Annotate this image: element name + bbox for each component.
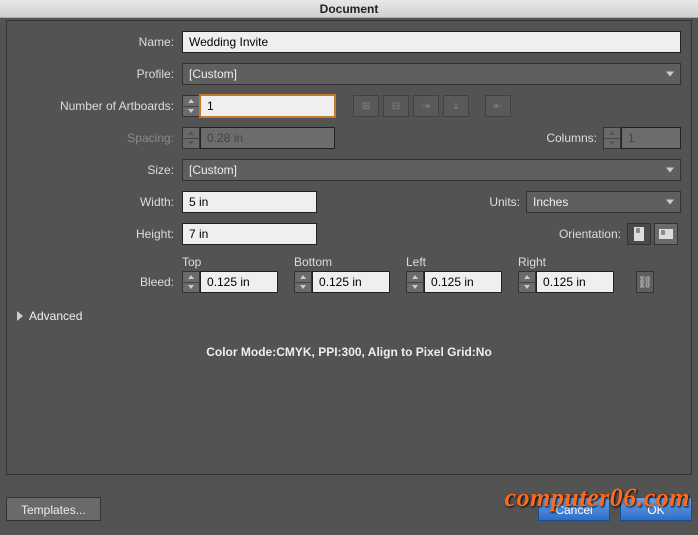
grid-by-row-icon[interactable]: ⊞ bbox=[353, 95, 379, 117]
profile-label: Profile: bbox=[17, 67, 182, 81]
arrange-down-icon[interactable]: ⇣ bbox=[443, 95, 469, 117]
bleed-right-label: Right bbox=[518, 255, 614, 269]
columns-input bbox=[621, 127, 681, 149]
size-label: Size: bbox=[17, 163, 182, 177]
bleed-left-label: Left bbox=[406, 255, 502, 269]
bleed-right-input[interactable] bbox=[536, 271, 614, 293]
bleed-link-icon[interactable]: ⛓ bbox=[636, 271, 654, 293]
name-label: Name: bbox=[17, 35, 182, 49]
width-label: Width: bbox=[17, 195, 182, 209]
templates-button[interactable]: Templates... bbox=[6, 497, 101, 521]
landscape-icon bbox=[659, 229, 673, 239]
grid-by-col-icon[interactable]: ⊟ bbox=[383, 95, 409, 117]
orientation-portrait-button[interactable] bbox=[627, 223, 651, 245]
spacing-stepper bbox=[182, 127, 200, 149]
height-input[interactable] bbox=[182, 223, 317, 245]
units-value: Inches bbox=[533, 195, 568, 209]
units-dropdown[interactable]: Inches bbox=[526, 191, 681, 213]
bleed-right-stepper[interactable] bbox=[518, 271, 536, 293]
orientation-landscape-button[interactable] bbox=[654, 223, 678, 245]
bleed-top-stepper[interactable] bbox=[182, 271, 200, 293]
bleed-bottom-stepper[interactable] bbox=[294, 271, 312, 293]
profile-dropdown[interactable]: [Custom] bbox=[182, 63, 681, 85]
orientation-label: Orientation: bbox=[559, 227, 621, 241]
ok-button[interactable]: OK bbox=[620, 497, 692, 521]
bleed-label: Bleed: bbox=[17, 275, 182, 293]
dialog-body: Name: Profile: [Custom] Number of Artboa… bbox=[6, 20, 692, 475]
bleed-bottom-input[interactable] bbox=[312, 271, 390, 293]
arrange-rtl-icon[interactable]: ⇤ bbox=[485, 95, 511, 117]
units-label: Units: bbox=[489, 195, 520, 209]
artboards-input[interactable] bbox=[200, 95, 335, 117]
spacing-input bbox=[200, 127, 335, 149]
button-bar: Templates... Cancel OK bbox=[6, 497, 692, 521]
arrange-right-icon[interactable]: ⇥ bbox=[413, 95, 439, 117]
size-value: [Custom] bbox=[189, 163, 237, 177]
size-dropdown[interactable]: [Custom] bbox=[182, 159, 681, 181]
advanced-label: Advanced bbox=[29, 309, 82, 323]
new-document-dialog: Document Name: Profile: [Custom] Number … bbox=[0, 0, 698, 535]
bleed-bottom-label: Bottom bbox=[294, 255, 390, 269]
spacing-label: Spacing: bbox=[17, 131, 182, 145]
width-input[interactable] bbox=[182, 191, 317, 213]
summary-text: Color Mode:CMYK, PPI:300, Align to Pixel… bbox=[17, 345, 681, 359]
height-label: Height: bbox=[17, 227, 182, 241]
cancel-button[interactable]: Cancel bbox=[538, 497, 610, 521]
bleed-top-input[interactable] bbox=[200, 271, 278, 293]
titlebar: Document bbox=[0, 0, 698, 18]
bleed-left-stepper[interactable] bbox=[406, 271, 424, 293]
portrait-icon bbox=[634, 227, 644, 241]
columns-label: Columns: bbox=[546, 131, 597, 145]
columns-stepper bbox=[603, 127, 621, 149]
artboards-stepper[interactable] bbox=[182, 95, 200, 117]
advanced-toggle[interactable]: Advanced bbox=[17, 309, 681, 323]
name-input[interactable] bbox=[182, 31, 681, 53]
bleed-left-input[interactable] bbox=[424, 271, 502, 293]
bleed-top-label: Top bbox=[182, 255, 278, 269]
profile-value: [Custom] bbox=[189, 67, 237, 81]
artboards-label: Number of Artboards: bbox=[17, 99, 182, 113]
